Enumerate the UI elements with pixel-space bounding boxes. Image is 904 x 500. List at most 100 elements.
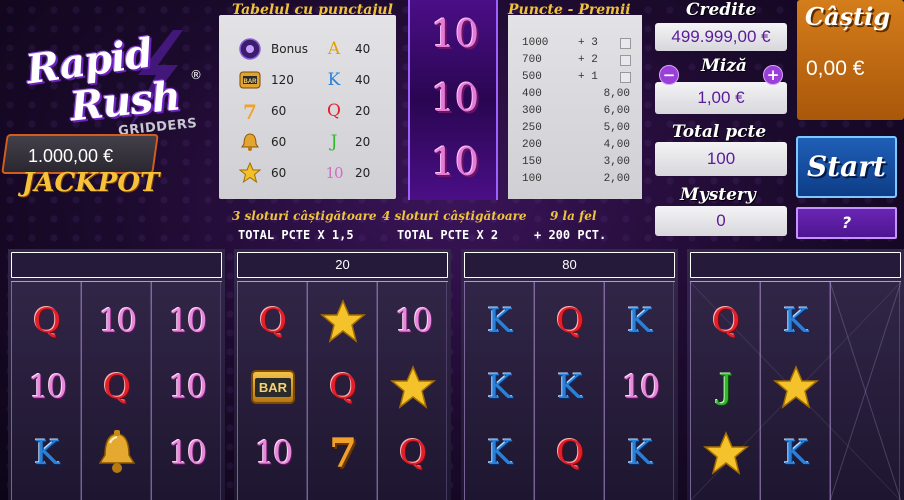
start-button[interactable]: Start (796, 136, 897, 198)
star-icon (691, 420, 761, 486)
grid-card-4[interactable]: Q J K K (687, 249, 904, 500)
svg-text:BAR: BAR (244, 79, 258, 85)
prize-points: 1000 (522, 37, 549, 49)
symbol-q: Q (712, 301, 740, 341)
prize-value: 5,00 (603, 122, 630, 134)
bell-icon (239, 131, 261, 153)
star-icon (239, 162, 261, 184)
card-grid: Q BAR 10 Q 7 10 Q (237, 281, 448, 500)
prize-points: 250 (522, 122, 542, 134)
reel-column-empty (830, 282, 900, 500)
win-label: Câștig (805, 2, 891, 31)
multiplier-value-2: + 200 PCT. (534, 228, 607, 242)
grid-card-1[interactable]: Q 10 K 10 Q 10 10 10 (8, 249, 225, 500)
bet-label: Miză (701, 56, 747, 76)
card-points-header: 20 (237, 252, 448, 278)
reel-column: Q K Q (534, 282, 604, 500)
total-points-value: 100 (655, 142, 787, 176)
symbol-k: K (557, 367, 583, 407)
paytable-right-3-value: 20 (355, 135, 371, 149)
prize-value: 8,00 (603, 88, 630, 100)
mystery-info-button[interactable]: ? (796, 207, 897, 239)
symbol-j: J (330, 132, 338, 152)
card-points-header (11, 252, 222, 278)
bonus-icon (239, 38, 261, 60)
prize-points: 300 (522, 105, 542, 117)
symbol-10: 10 (168, 302, 208, 340)
prize-points: 150 (522, 156, 542, 168)
symbol-k: K (627, 301, 653, 341)
reel-column: Q BAR 10 (237, 282, 307, 500)
multiplier-value-0: TOTAL PCTE X 1,5 (238, 228, 354, 242)
symbol-q: Q (33, 301, 61, 341)
symbol-q: Q (327, 101, 341, 121)
symbol-k: K (327, 70, 341, 90)
bell-icon (82, 420, 152, 486)
symbol-q: Q (103, 367, 131, 407)
symbol-10: 10 (168, 368, 208, 406)
symbol-k: K (487, 301, 513, 341)
center-reel-symbol-1: 10 (430, 76, 480, 120)
seven-icon: 7 (239, 100, 261, 122)
total-points-label: Total pcte (672, 122, 767, 142)
reel-column: Q J (690, 282, 760, 500)
multiplier-label-2: 9 la fel (550, 209, 597, 223)
reel-column: Q 7 (307, 282, 377, 500)
symbol-q: Q (399, 433, 427, 473)
paytable-right-2-value: 20 (355, 104, 371, 118)
prize-value: + 1 (578, 71, 598, 83)
svg-text:7: 7 (243, 100, 257, 122)
jackpot-label: JACKPOT (22, 168, 160, 198)
bet-increase-button[interactable]: + (763, 65, 783, 85)
multiplier-label-1: 4 sloturi câștigătoare (382, 209, 527, 223)
bar-icon: BAR (238, 354, 308, 420)
symbol-a: A (327, 39, 341, 59)
symbol-k: K (34, 433, 60, 473)
paytable-right-1-value: 40 (355, 73, 371, 87)
multiplier-value-1: TOTAL PCTE X 2 (397, 228, 499, 242)
game-logo: Rapid Rush ® GRIDDERS (18, 29, 208, 140)
card-points-header: 80 (464, 252, 675, 278)
reel-column: K 10 K (604, 282, 674, 500)
symbol-k: K (783, 301, 809, 341)
grid-card-2[interactable]: 20 Q BAR 10 Q 7 10 Q (234, 249, 451, 500)
registered-mark: ® (190, 68, 202, 82)
star-icon (308, 288, 378, 354)
win-value: 0,00 € (806, 57, 865, 80)
symbol-10: 10 (325, 164, 343, 182)
prize-value: 2,00 (603, 173, 630, 185)
paytable: Bonus BAR 120 7 60 60 60 A 40 K 40 Q 20 … (219, 15, 396, 199)
mystery-label: Mystery (680, 185, 756, 205)
grid-card-3[interactable]: 80 K K K Q K Q K 10 K (461, 249, 678, 500)
symbol-10: 10 (98, 302, 138, 340)
reel-column: K K K (464, 282, 534, 500)
seven-icon: 7 (329, 429, 357, 477)
bar-icon: BAR (239, 69, 261, 91)
center-reel-symbol-0: 10 (430, 12, 480, 56)
credits-label: Credite (686, 0, 757, 20)
paytable-left-0-value: Bonus (271, 42, 309, 56)
jackpot-value: 1.000,00 € (28, 146, 114, 166)
symbol-10: 10 (254, 434, 294, 472)
paytable-left-3-value: 60 (271, 135, 287, 149)
reel-column: Q 10 K (11, 282, 81, 500)
card-grid: K K K Q K Q K 10 K (464, 281, 675, 500)
symbol-10: 10 (621, 368, 661, 406)
cube-icon (620, 55, 631, 66)
prize-points: 200 (522, 139, 542, 151)
symbol-10: 10 (28, 368, 68, 406)
bar-label: BAR (254, 377, 292, 397)
symbol-10: 10 (168, 434, 208, 472)
cube-icon (620, 38, 631, 49)
prize-value: 4,00 (603, 139, 630, 151)
paytable-left-1-value: 120 (271, 73, 294, 87)
card-points-header (690, 252, 901, 278)
reel-column: K K (760, 282, 830, 500)
prize-points: 400 (522, 88, 542, 100)
symbol-q: Q (556, 301, 584, 341)
prize-points: 700 (522, 54, 542, 66)
symbol-q: Q (556, 433, 584, 473)
reel-column: 10 Q (377, 282, 447, 500)
symbol-k: K (487, 367, 513, 407)
bet-decrease-button[interactable]: − (659, 65, 679, 85)
